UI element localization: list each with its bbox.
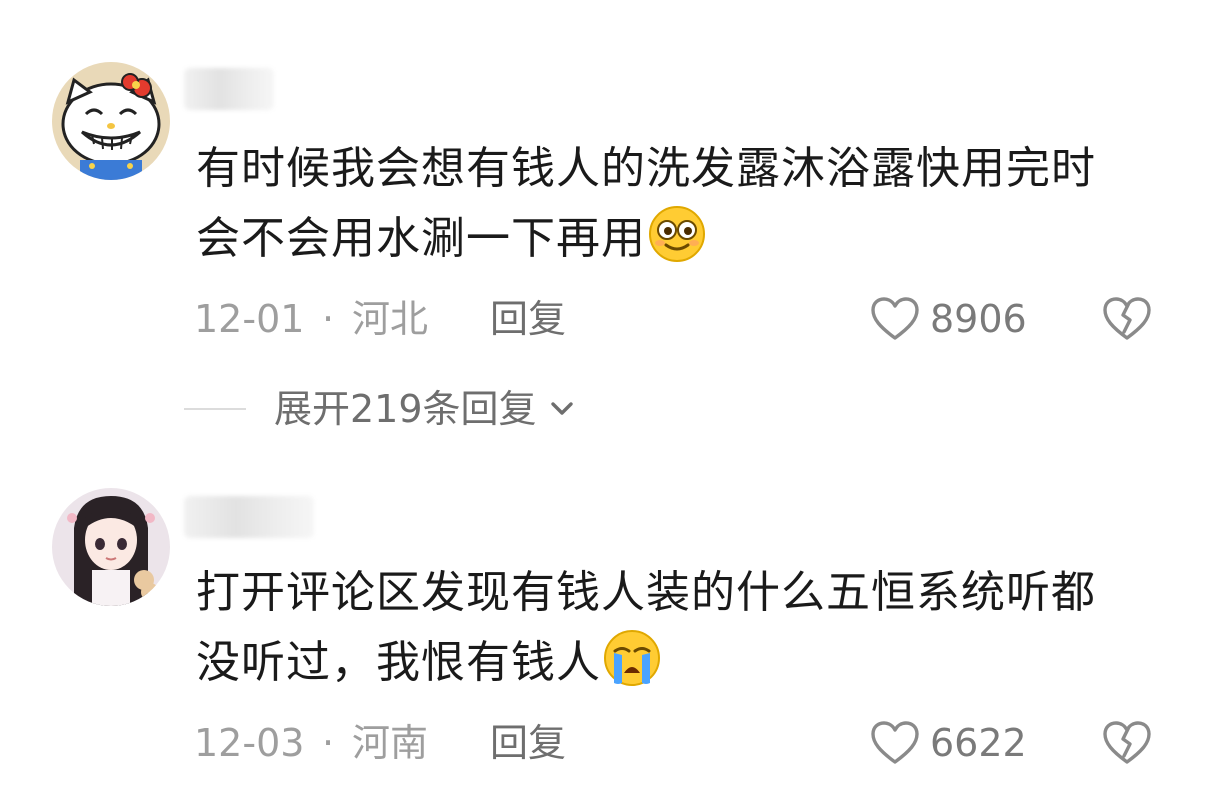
- meta-separator: ·: [322, 721, 335, 765]
- comment-text-line: 没听过，我恨有钱人: [196, 628, 1176, 698]
- comment-text-line: 打开评论区发现有钱人装的什么五恒系统听都: [196, 567, 1096, 618]
- cartoon-cat-avatar-icon: [52, 62, 170, 180]
- like-button[interactable]: 6622: [870, 718, 1027, 768]
- broken-heart-icon[interactable]: [1102, 296, 1152, 342]
- comment-date: 12-03: [194, 721, 305, 765]
- smiling-flushed-emoji-icon: [649, 206, 705, 262]
- reply-button[interactable]: 回复: [490, 294, 566, 344]
- chevron-down-icon: [550, 402, 573, 415]
- comment-meta: 12-03 · 河南 回复 6622: [194, 718, 1174, 768]
- broken-heart-icon[interactable]: [1102, 720, 1152, 766]
- expand-replies-label: 展开219条回复: [274, 387, 537, 431]
- user-avatar[interactable]: [52, 488, 170, 606]
- expand-replies-button[interactable]: 展开219条回复: [274, 384, 579, 434]
- user-avatar[interactable]: [52, 62, 170, 180]
- comment-location: 河南: [352, 721, 429, 765]
- username[interactable]: [184, 68, 274, 110]
- reply-button[interactable]: 回复: [490, 718, 566, 768]
- comment-date: 12-01: [194, 297, 305, 341]
- comment-location: 河北: [352, 297, 429, 341]
- expand-replies-row: 展开219条回复: [184, 384, 784, 434]
- heart-icon: [871, 721, 919, 764]
- comment-text: 打开评论区发现有钱人装的什么五恒系统听都 没听过，我恨有钱人: [196, 558, 1176, 698]
- comment-meta: 12-01 · 河北 回复 8906: [194, 294, 1174, 344]
- meta-separator: ·: [322, 297, 335, 341]
- username[interactable]: [184, 496, 314, 538]
- comment-text-line: 会不会用水涮一下再用: [196, 204, 1176, 274]
- like-count: 8906: [930, 297, 1027, 341]
- like-button[interactable]: 8906: [870, 294, 1027, 344]
- comment-text: 有时候我会想有钱人的洗发露沐浴露快用完时 会不会用水涮一下再用: [196, 134, 1176, 274]
- heart-icon: [871, 297, 919, 340]
- loudly-crying-emoji-icon: [604, 630, 660, 686]
- expand-divider: [184, 408, 246, 410]
- comment-text-line: 有时候我会想有钱人的洗发露沐浴露快用完时: [196, 143, 1096, 194]
- like-count: 6622: [930, 721, 1027, 765]
- anime-girl-avatar-icon: [52, 488, 170, 606]
